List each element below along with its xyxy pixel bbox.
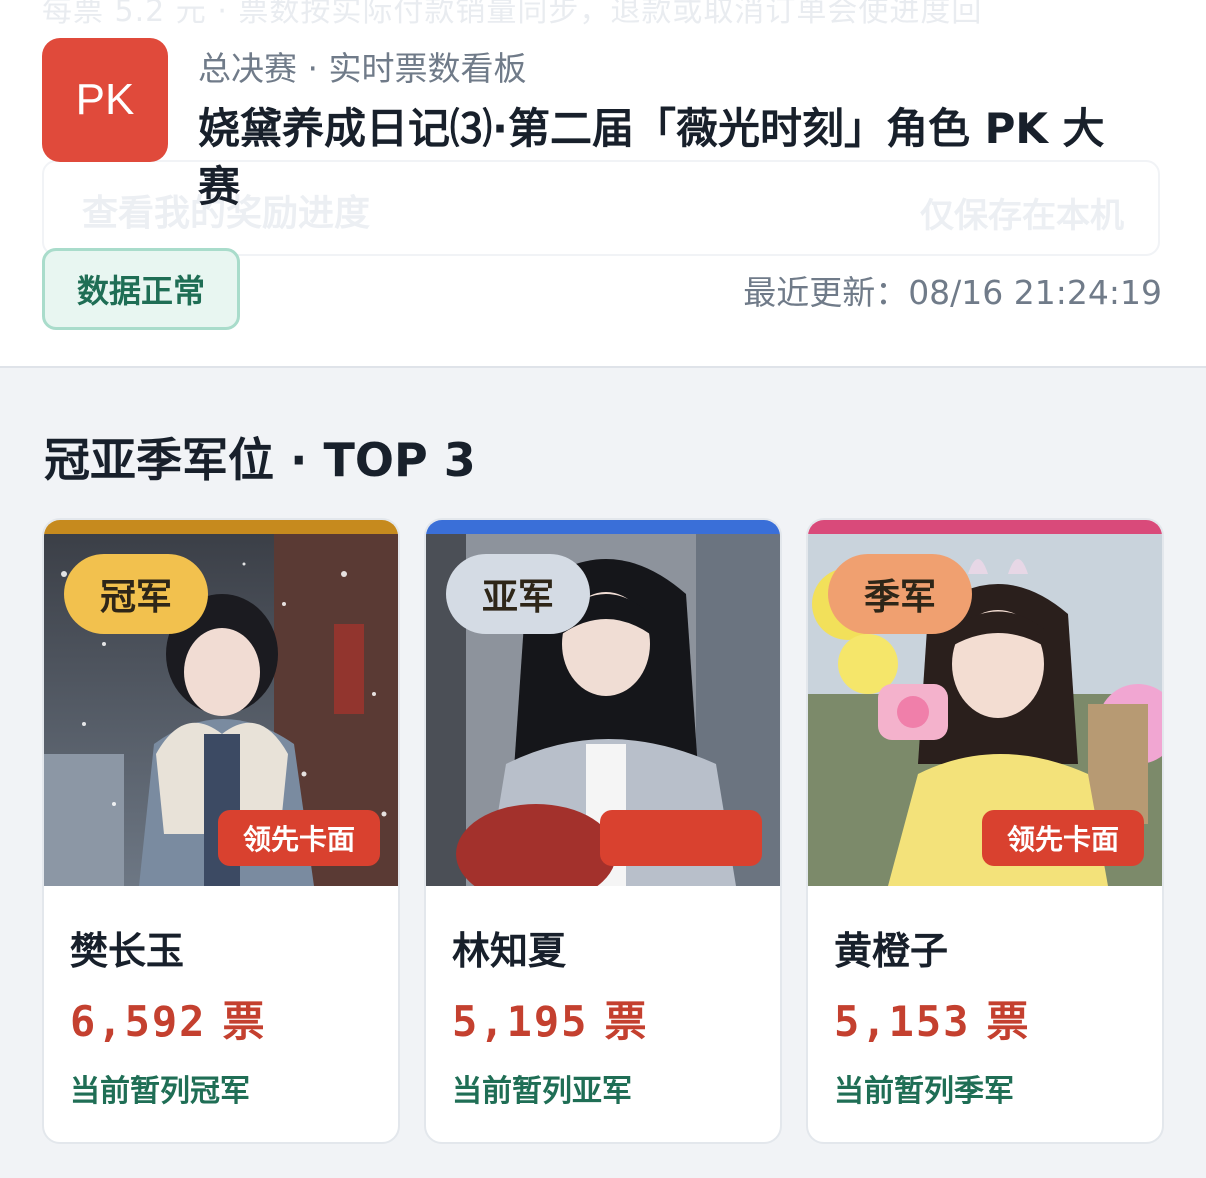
rank-badge: 亚军 bbox=[446, 554, 590, 634]
character-name: 林知夏 bbox=[452, 929, 567, 973]
vote-count: 5,153 票 bbox=[834, 988, 1028, 1049]
vote-unit: 票 bbox=[604, 997, 647, 1046]
vote-number: 5,195 bbox=[452, 997, 589, 1046]
top3-card-list: 冠军 领先卡面 樊长玉 6,592 票 当前暂列冠军 亚军 林知夏 5,195 … bbox=[42, 518, 1164, 1144]
faded-notice-text: 每票 5.2 元 · 票数按实际付款销量同步，退款或取消订单会使进度回 bbox=[42, 0, 983, 26]
section-title: 冠亚季军位 · TOP 3 bbox=[44, 433, 476, 487]
lead-card-badge bbox=[600, 810, 762, 866]
card-accent-bar bbox=[44, 520, 398, 534]
page-title: 娆黛养成日记⑶·第二届「薇光时刻」角色 PK 大赛 bbox=[198, 104, 1105, 211]
rank-card-runner-up[interactable]: 亚军 林知夏 5,195 票 当前暂列亚军 bbox=[424, 518, 782, 1144]
card-accent-bar bbox=[808, 520, 1162, 534]
character-name: 黄橙子 bbox=[834, 929, 949, 973]
status-badge: 数据正常 bbox=[42, 248, 240, 330]
last-updated-time: 最近更新：08/16 21:24:19 bbox=[743, 273, 1162, 312]
vote-count: 5,195 票 bbox=[452, 988, 646, 1049]
vote-unit: 票 bbox=[986, 997, 1029, 1046]
rank-card-champion[interactable]: 冠军 领先卡面 樊长玉 6,592 票 当前暂列冠军 bbox=[42, 518, 400, 1144]
pk-logo: PK bbox=[42, 38, 168, 162]
lead-card-badge: 领先卡面 bbox=[982, 810, 1144, 866]
character-name: 樊长玉 bbox=[70, 929, 185, 973]
vote-number: 6,592 bbox=[70, 997, 207, 1046]
vote-count: 6,592 票 bbox=[70, 988, 264, 1049]
rank-status-text: 当前暂列季军 bbox=[834, 1074, 1014, 1109]
rank-status-text: 当前暂列冠军 bbox=[70, 1074, 250, 1109]
lead-card-badge: 领先卡面 bbox=[218, 810, 380, 866]
header-card: 每票 5.2 元 · 票数按实际付款销量同步，退款或取消订单会使进度回 查看我的… bbox=[0, 0, 1206, 368]
page-subtitle: 总决赛 · 实时票数看板 bbox=[198, 49, 527, 88]
vote-unit: 票 bbox=[222, 997, 265, 1046]
vote-number: 5,153 bbox=[834, 997, 971, 1046]
rank-badge: 季军 bbox=[828, 554, 972, 634]
card-accent-bar bbox=[426, 520, 780, 534]
rank-badge: 冠军 bbox=[64, 554, 208, 634]
rank-card-third[interactable]: 季军 领先卡面 黄橙子 5,153 票 当前暂列季军 bbox=[806, 518, 1164, 1144]
rank-status-text: 当前暂列亚军 bbox=[452, 1074, 632, 1109]
